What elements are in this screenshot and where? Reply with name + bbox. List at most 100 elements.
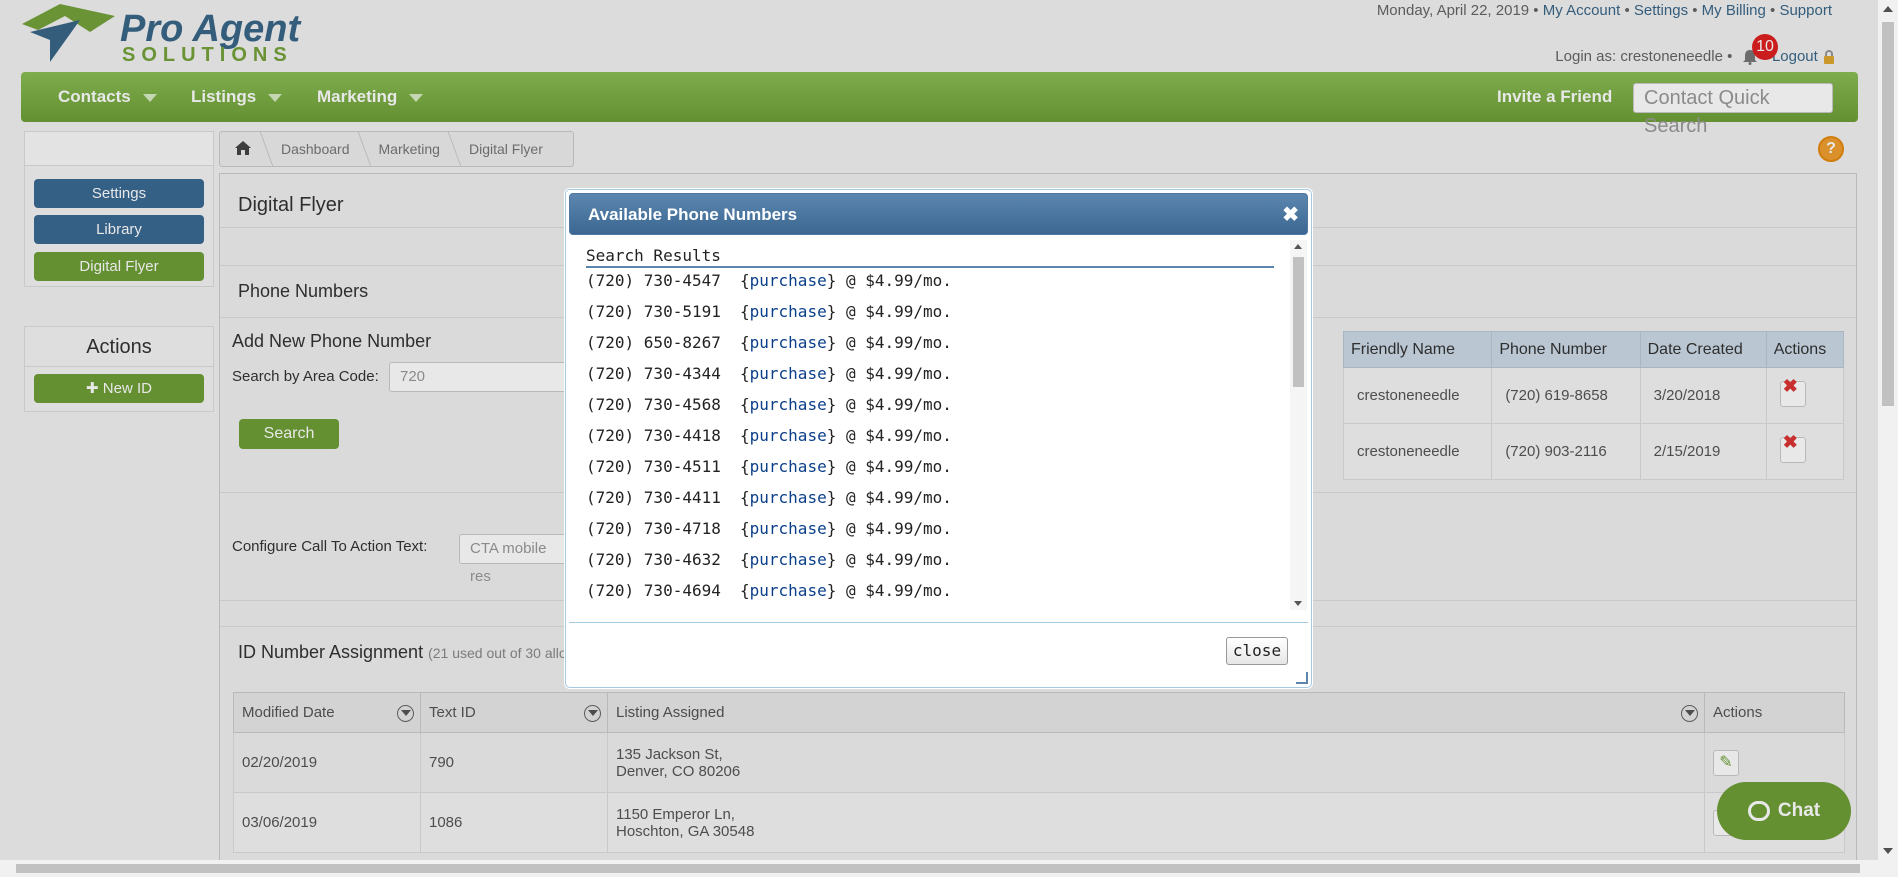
- phone-number-cell: (720) 903-2116: [1491, 423, 1641, 480]
- chat-label: Chat: [1777, 800, 1821, 821]
- scroll-thumb[interactable]: [1293, 257, 1304, 387]
- purchase-link[interactable]: purchase: [750, 581, 827, 600]
- resize-handle-icon[interactable]: [1296, 672, 1308, 684]
- price-text: @ $4.99/mo.: [845, 426, 952, 445]
- login-label: Login as: crestoneneedle: [1555, 48, 1723, 65]
- purchase-link[interactable]: purchase: [750, 519, 827, 538]
- my-billing-link[interactable]: My Billing: [1702, 2, 1766, 19]
- cta-input[interactable]: CTA mobile res: [459, 534, 579, 585]
- scroll-up-icon[interactable]: [1883, 6, 1893, 12]
- scroll-down-icon[interactable]: [1294, 601, 1302, 606]
- purchase-link[interactable]: purchase: [750, 364, 827, 383]
- column-header-label: Modified Date: [242, 704, 335, 721]
- close-button[interactable]: close: [1226, 637, 1288, 665]
- result-row: (720) 730-4418 {purchase} @ $4.99/mo.: [586, 426, 952, 445]
- settings-link[interactable]: Settings: [1634, 2, 1688, 19]
- purchase-link[interactable]: purchase: [750, 457, 827, 476]
- dialog-scrollbar[interactable]: [1290, 240, 1307, 610]
- filter-icon[interactable]: [397, 705, 414, 722]
- logout-link[interactable]: Logout: [1772, 48, 1818, 65]
- invite-friend-link[interactable]: Invite a Friend: [1497, 72, 1612, 122]
- breadcrumb-dashboard[interactable]: Dashboard: [267, 141, 364, 157]
- search-button[interactable]: Search: [239, 419, 339, 449]
- sidebar-library-button[interactable]: Library: [34, 215, 204, 244]
- table-row: 03/06/2019 1086 1150 Emperor Ln, Hoschton…: [233, 792, 1845, 853]
- result-row: (720) 730-4511 {purchase} @ $4.99/mo.: [586, 457, 952, 476]
- sidebar-digital-flyer-button[interactable]: Digital Flyer: [34, 252, 204, 281]
- edit-pencil-icon[interactable]: ✎: [1713, 749, 1739, 776]
- notification-badge[interactable]: 10: [1752, 34, 1778, 60]
- sidebar-settings-button[interactable]: Settings: [34, 179, 204, 208]
- phone-number-text: (720) 730-4718: [586, 519, 721, 538]
- scroll-up-icon[interactable]: [1294, 244, 1302, 249]
- breadcrumb-marketing[interactable]: Marketing: [365, 141, 454, 157]
- chat-button[interactable]: Chat: [1717, 782, 1851, 840]
- area-code-input[interactable]: 720: [389, 362, 589, 392]
- price-text: @ $4.99/mo.: [845, 519, 952, 538]
- purchase-link[interactable]: purchase: [750, 426, 827, 445]
- phone-numbers-title: Phone Numbers: [238, 281, 369, 301]
- available-phone-numbers-dialog: Available Phone Numbers ✖ Search Results…: [565, 189, 1312, 688]
- nav-listings-label: Listings: [191, 87, 257, 106]
- area-code-label: Search by Area Code:: [232, 368, 379, 385]
- column-header-label: Listing Assigned: [616, 704, 725, 721]
- dialog-body[interactable]: Search Results (720) 730-4547 {purchase} …: [569, 236, 1308, 610]
- home-icon[interactable]: [220, 140, 266, 159]
- scroll-thumb[interactable]: [1882, 22, 1894, 406]
- contact-quick-search-input[interactable]: Contact Quick Search: [1633, 83, 1833, 137]
- column-header-listing[interactable]: Listing Assigned: [607, 692, 1705, 733]
- phone-number-text: (720) 730-5191: [586, 302, 721, 321]
- cta-label: Configure Call To Action Text:: [232, 538, 428, 555]
- filter-icon[interactable]: [1681, 705, 1698, 722]
- new-id-label: New ID: [102, 380, 152, 397]
- text-id-cell: 1086: [420, 792, 608, 853]
- phone-number-text: (720) 730-4418: [586, 426, 721, 445]
- purchase-link[interactable]: purchase: [750, 550, 827, 569]
- logo[interactable]: Pro Agent SOLUTIONS: [20, 2, 340, 66]
- nav-listings[interactable]: Listings: [191, 72, 283, 122]
- lock-icon: [1822, 50, 1836, 65]
- my-account-link[interactable]: My Account: [1543, 2, 1621, 19]
- scroll-thumb[interactable]: [16, 864, 1860, 873]
- id-assignment-title: ID Number Assignment (21 used out of 30 …: [238, 642, 577, 663]
- dialog-titlebar[interactable]: Available Phone Numbers ✖: [569, 193, 1308, 235]
- table-row: crestoneneedle (720) 619-8658 3/20/2018 …: [1342, 367, 1845, 424]
- page-horizontal-scrollbar[interactable]: [0, 860, 1898, 877]
- address-line-2: Denver, CO 80206: [616, 762, 741, 780]
- text-id-cell: 790: [420, 732, 608, 793]
- column-header-actions: Actions: [1704, 692, 1845, 733]
- nav-marketing-label: Marketing: [317, 87, 398, 106]
- help-icon[interactable]: ?: [1818, 136, 1844, 162]
- new-id-button[interactable]: ✚ New ID: [34, 374, 204, 403]
- filter-icon[interactable]: [584, 705, 601, 722]
- phone-number-cell: (720) 619-8658: [1491, 367, 1641, 424]
- purchase-link[interactable]: purchase: [750, 333, 827, 352]
- support-link[interactable]: Support: [1779, 2, 1832, 19]
- column-header-text-id[interactable]: Text ID: [420, 692, 608, 733]
- phone-number-text: (720) 730-4511: [586, 457, 721, 476]
- result-row: (720) 730-4718 {purchase} @ $4.99/mo.: [586, 519, 952, 538]
- table-header-row: Modified Date Text ID Listing Assigned A…: [233, 692, 1845, 733]
- close-icon[interactable]: ✖: [1282, 194, 1299, 236]
- result-row: (720) 730-4694 {purchase} @ $4.99/mo.: [586, 581, 952, 600]
- scroll-down-icon[interactable]: [1883, 848, 1893, 854]
- page-vertical-scrollbar[interactable]: [1878, 0, 1898, 860]
- purchase-link[interactable]: purchase: [750, 488, 827, 507]
- purchase-link[interactable]: purchase: [750, 302, 827, 321]
- nav-marketing[interactable]: Marketing: [317, 72, 424, 122]
- nav-contacts[interactable]: Contacts: [58, 72, 157, 122]
- date-text: Monday, April 22, 2019: [1376, 2, 1530, 19]
- delete-icon[interactable]: ✖: [1779, 432, 1806, 463]
- price-text: @ $4.99/mo.: [845, 395, 952, 414]
- dialog-footer-divider: [569, 622, 1308, 623]
- address-line-1: 1150 Emperor Ln,: [616, 805, 735, 823]
- column-header-modified-date[interactable]: Modified Date: [233, 692, 421, 733]
- purchase-link[interactable]: purchase: [750, 271, 827, 290]
- delete-icon[interactable]: ✖: [1779, 376, 1806, 407]
- date-created-cell: 3/20/2018: [1639, 367, 1767, 424]
- id-assignment-title-text: ID Number Assignment: [238, 642, 424, 662]
- purchase-link[interactable]: purchase: [750, 395, 827, 414]
- id-usage-text: (21 used out of 30 allow: [428, 645, 577, 661]
- phone-number-text: (720) 730-4568: [586, 395, 721, 414]
- sidebar-panel-header: [25, 132, 213, 166]
